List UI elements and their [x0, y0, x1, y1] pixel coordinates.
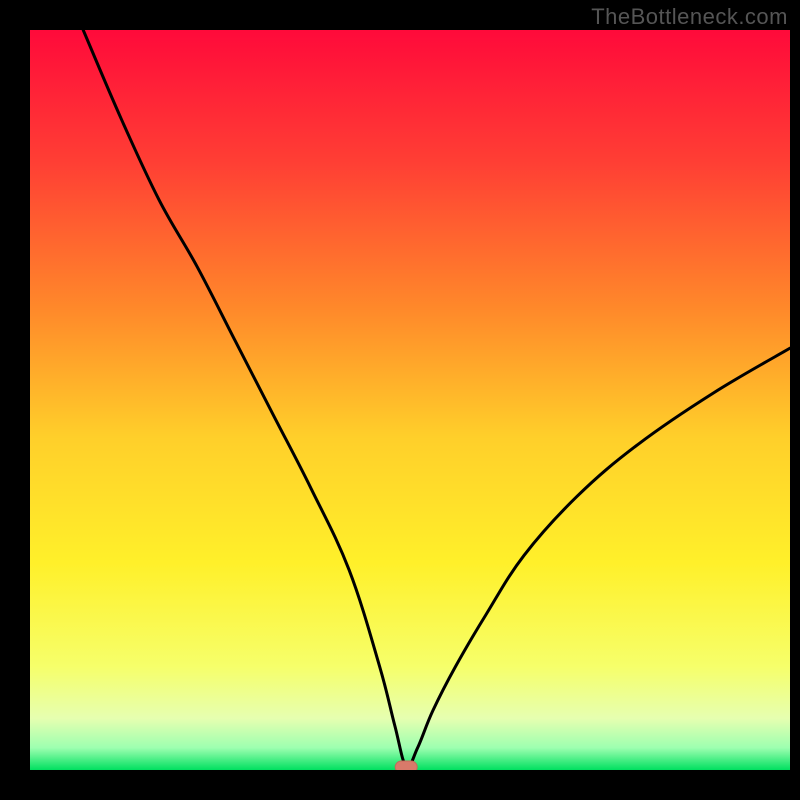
- plot-background-gradient: [30, 30, 790, 770]
- optimal-marker: [395, 761, 417, 773]
- chart-frame: TheBottleneck.com: [0, 0, 800, 800]
- bottleneck-chart: [0, 0, 800, 800]
- watermark-text: TheBottleneck.com: [591, 4, 788, 30]
